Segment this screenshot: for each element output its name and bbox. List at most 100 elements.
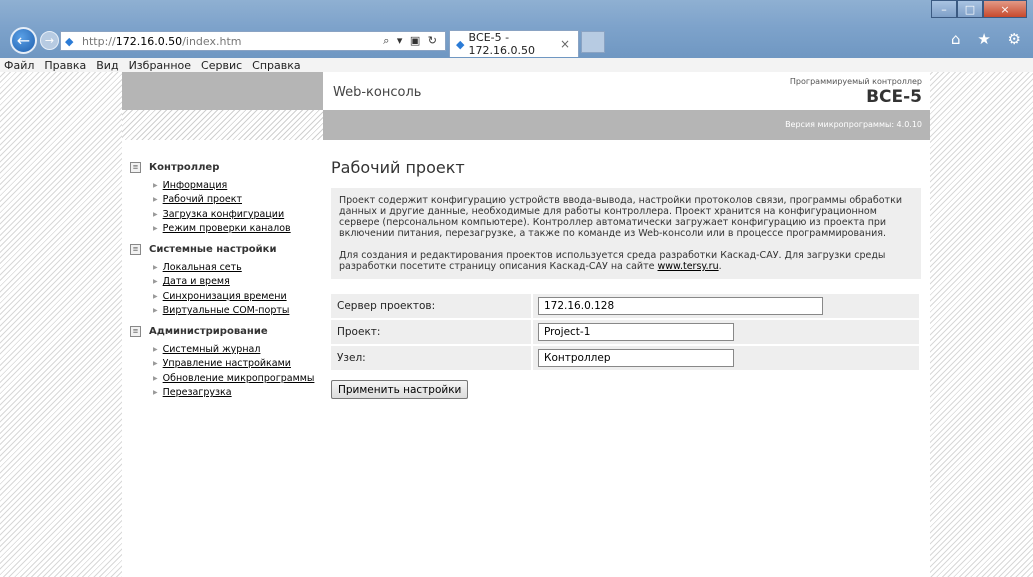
node-label: Узел: <box>331 346 531 370</box>
sidebar-link[interactable]: Загрузка конфигурации <box>163 209 285 220</box>
sidebar: ≡ Контроллер ▶ Информация ▶ Рабочий проект… <box>130 160 320 406</box>
bullet-icon: ▶ <box>153 196 158 204</box>
sidebar-item-config-load[interactable]: ▶ Загрузка конфигурации <box>153 207 320 222</box>
server-input[interactable] <box>538 297 823 315</box>
description-paragraph: Для создания и редактирования проектов и… <box>339 250 913 272</box>
arrow-right-icon: → <box>44 34 55 47</box>
section-icon: ≡ <box>130 325 141 337</box>
sidebar-link[interactable]: Рабочий проект <box>163 194 242 205</box>
browser-tab[interactable]: ◆ ВСЕ-5 - 172.16.0.50 × <box>449 30 579 57</box>
maximize-button[interactable]: □ <box>957 0 983 18</box>
description-text: . <box>718 261 722 272</box>
node-input[interactable] <box>538 349 734 367</box>
sidebar-link[interactable]: Перезагрузка <box>163 387 232 398</box>
bullet-icon: ▶ <box>153 225 158 233</box>
sidebar-section-system: ≡ Системные настройки ▶ Локальная сеть ▶ Д… <box>130 242 320 318</box>
controller-subtitle: Программируемый контроллер <box>789 77 922 86</box>
sidebar-item-project[interactable]: ▶ Рабочий проект <box>153 193 320 208</box>
main-panel: Рабочий проект Проект содержит конфигура… <box>331 158 921 399</box>
page-content: Web-консоль Программируемый контроллер В… <box>122 72 930 577</box>
arrow-left-icon: ← <box>16 31 31 50</box>
url-path: /index.htm <box>182 34 242 48</box>
sidebar-section-header: ≡ Системные настройки <box>130 242 320 256</box>
section-icon: ≡ <box>130 243 141 255</box>
tab-close-button[interactable]: × <box>560 37 570 51</box>
section-icon: ≡ <box>130 161 141 173</box>
sidebar-item-network[interactable]: ▶ Локальная сеть <box>153 260 320 275</box>
form-row-server: Сервер проектов: <box>331 294 919 318</box>
sidebar-item-channel-check[interactable]: ▶ Режим проверки каналов <box>153 222 320 237</box>
description-text: Для создания и редактирования проектов и… <box>339 250 886 272</box>
apply-settings-button[interactable]: Применить настройки <box>331 380 469 399</box>
sidebar-item-reboot[interactable]: ▶ Перезагрузка <box>153 386 320 401</box>
menu-favorites[interactable]: Избранное <box>129 59 191 72</box>
bullet-icon: ▶ <box>153 292 158 300</box>
project-label: Проект: <box>331 320 531 344</box>
bullet-icon: ▶ <box>153 389 158 397</box>
bullet-icon: ▶ <box>153 360 158 368</box>
bullet-icon: ▶ <box>153 374 158 382</box>
forward-button[interactable]: → <box>40 31 59 50</box>
sidebar-link[interactable]: Системный журнал <box>163 344 261 355</box>
console-title: Web-консоль <box>333 85 422 100</box>
header-stripe-block <box>122 110 323 140</box>
project-input[interactable] <box>538 323 734 341</box>
sidebar-item-datetime[interactable]: ▶ Дата и время <box>153 275 320 290</box>
menu-edit[interactable]: Правка <box>44 59 86 72</box>
close-window-button[interactable]: × <box>983 0 1027 18</box>
page-title: Рабочий проект <box>331 158 465 177</box>
sidebar-item-firmware-update[interactable]: ▶ Обновление микропрограммы <box>153 371 320 386</box>
sidebar-item-settings-mgmt[interactable]: ▶ Управление настройками <box>153 357 320 372</box>
sidebar-section-title: Системные настройки <box>149 243 277 255</box>
bullet-icon: ▶ <box>153 210 158 218</box>
page-header: Web-консоль Программируемый контроллер В… <box>323 72 930 110</box>
sidebar-item-syslog[interactable]: ▶ Системный журнал <box>153 342 320 357</box>
bullet-icon: ▶ <box>153 307 158 315</box>
bullet-icon: ▶ <box>153 278 158 286</box>
sidebar-item-info[interactable]: ▶ Информация <box>153 178 320 193</box>
sidebar-link[interactable]: Управление настройками <box>163 358 291 369</box>
sidebar-section-header: ≡ Администрирование <box>130 324 320 338</box>
sidebar-link[interactable]: Режим проверки каналов <box>163 223 291 234</box>
menu-bar: Файл Правка Вид Избранное Сервис Справка <box>0 58 1033 72</box>
sidebar-link[interactable]: Синхронизация времени <box>163 291 287 302</box>
sidebar-section-controller: ≡ Контроллер ▶ Информация ▶ Рабочий проект… <box>130 160 320 236</box>
menu-help[interactable]: Справка <box>252 59 300 72</box>
url-prefix: http:// <box>82 34 116 48</box>
url-host: 172.16.0.50 <box>115 34 183 48</box>
back-button[interactable]: ← <box>10 27 37 54</box>
menu-tools[interactable]: Сервис <box>201 59 242 72</box>
menu-file[interactable]: Файл <box>4 59 34 72</box>
sidebar-item-time-sync[interactable]: ▶ Синхронизация времени <box>153 289 320 304</box>
address-tools-icons[interactable]: ⌕ ▾ ▣ ↻ <box>383 34 439 48</box>
tersy-link[interactable]: www.tersy.ru <box>658 261 719 272</box>
firmware-version: Версия микропрограммы: 4.0.10 <box>785 120 922 129</box>
browser-toolbar-icons[interactable]: ⌂ ★ ⚙ <box>951 30 1027 48</box>
tab-site-icon: ◆ <box>456 37 465 51</box>
server-label: Сервер проектов: <box>331 294 531 318</box>
description-box: Проект содержит конфигурацию устройств в… <box>331 188 921 279</box>
sidebar-link[interactable]: Информация <box>163 180 228 191</box>
project-settings-form: Сервер проектов: Проект: Узел: Применить… <box>331 294 919 399</box>
address-bar[interactable]: ◆ http://172.16.0.50/index.htm ⌕ ▾ ▣ ↻ <box>60 31 446 51</box>
sidebar-link[interactable]: Обновление микропрограммы <box>163 373 315 384</box>
window-controls: – □ × <box>931 0 1027 18</box>
bullet-icon: ▶ <box>153 263 158 271</box>
form-row-node: Узел: <box>331 346 919 370</box>
sidebar-item-com-ports[interactable]: ▶ Виртуальные COM-порты <box>153 304 320 319</box>
header-bar: Версия микропрограммы: 4.0.10 <box>323 110 930 140</box>
sidebar-section-title: Администрирование <box>149 325 268 337</box>
sidebar-section-header: ≡ Контроллер <box>130 160 320 174</box>
new-tab-button[interactable] <box>581 31 605 53</box>
sidebar-link[interactable]: Дата и время <box>163 276 230 287</box>
sidebar-section-admin: ≡ Администрирование ▶ Системный журнал ▶ У… <box>130 324 320 400</box>
sidebar-section-title: Контроллер <box>149 161 220 173</box>
sidebar-link[interactable]: Виртуальные COM-порты <box>163 305 290 316</box>
minimize-button[interactable]: – <box>931 0 957 18</box>
page-background: Web-консоль Программируемый контроллер В… <box>0 72 1033 577</box>
menu-view[interactable]: Вид <box>96 59 118 72</box>
header-left-block <box>122 72 323 110</box>
bullet-icon: ▶ <box>153 181 158 189</box>
sidebar-link[interactable]: Локальная сеть <box>163 262 242 273</box>
form-row-project: Проект: <box>331 320 919 344</box>
